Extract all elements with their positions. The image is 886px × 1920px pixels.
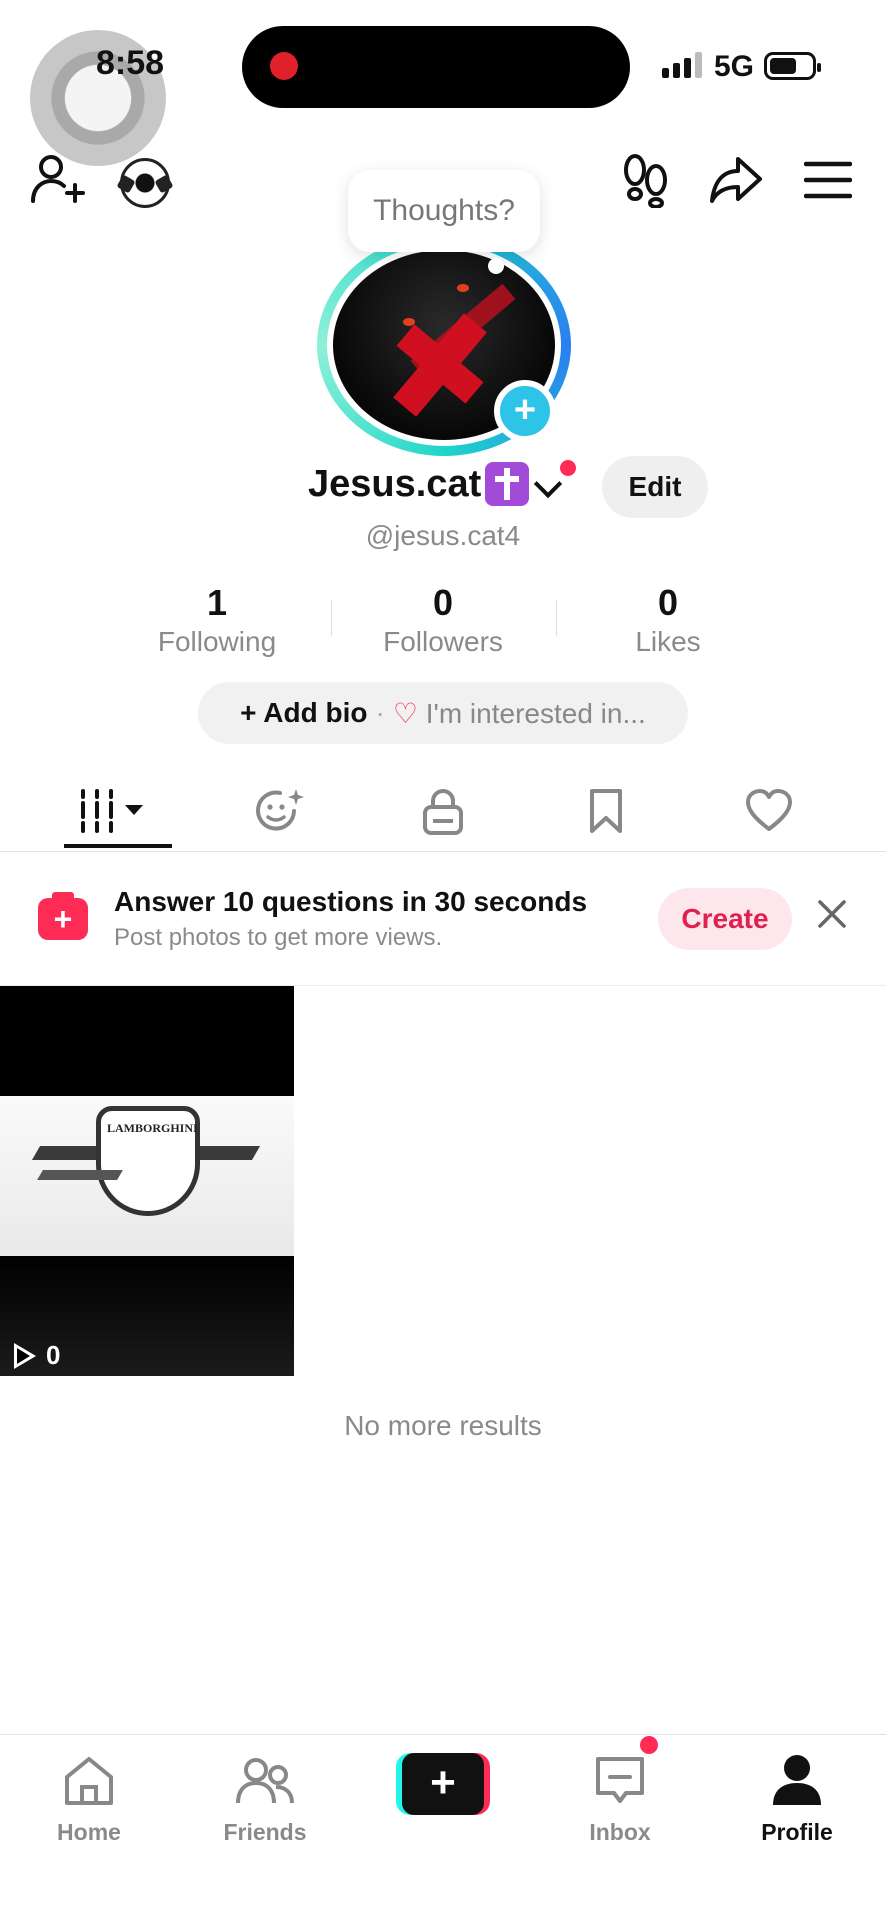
photo-prompt-banner: + Answer 10 questions in 30 seconds Post… bbox=[0, 852, 886, 986]
signal-icon bbox=[662, 52, 702, 78]
inbox-icon bbox=[596, 1757, 644, 1803]
separator: · bbox=[375, 697, 385, 728]
nav-label: Profile bbox=[761, 1819, 833, 1845]
view-count: 0 bbox=[14, 1340, 60, 1371]
plus-icon: + bbox=[240, 697, 257, 728]
nav-profile[interactable]: Profile bbox=[722, 1747, 872, 1867]
create-button[interactable]: Create bbox=[658, 888, 792, 950]
bookmark-icon bbox=[590, 789, 622, 833]
notification-dot bbox=[560, 460, 576, 476]
bottom-nav: Home Friends + Inbox Profile bbox=[0, 1734, 886, 1920]
stat-following[interactable]: 1 Following bbox=[107, 582, 327, 658]
stat-value: 0 bbox=[432, 582, 454, 623]
home-icon bbox=[65, 1757, 113, 1805]
close-icon[interactable] bbox=[814, 896, 850, 932]
promo-title: Answer 10 questions in 30 seconds bbox=[114, 886, 588, 917]
create-post-button[interactable]: + bbox=[396, 1753, 490, 1815]
friends-icon bbox=[236, 1758, 294, 1804]
network-label: 5G bbox=[714, 50, 755, 83]
add-bio-label: Add bio bbox=[263, 697, 368, 728]
nav-friends[interactable]: Friends bbox=[190, 1747, 340, 1867]
play-icon bbox=[14, 1342, 36, 1369]
edit-profile-button[interactable]: Edit bbox=[602, 456, 708, 518]
tab-saved[interactable] bbox=[546, 770, 666, 852]
bubble-tail bbox=[488, 258, 504, 274]
display-name[interactable]: Jesus.cat bbox=[308, 462, 530, 506]
username-handle: @jesus.cat4 bbox=[365, 520, 521, 551]
share-icon[interactable] bbox=[706, 150, 766, 210]
stat-likes[interactable]: 0 Likes bbox=[558, 582, 778, 658]
add-bio-button[interactable]: + Add bio bbox=[240, 697, 367, 729]
cross-emoji-icon bbox=[485, 462, 530, 506]
status-time: 8:58 bbox=[96, 44, 165, 82]
tab-videos[interactable] bbox=[52, 770, 172, 852]
camera-plus-icon: + bbox=[38, 892, 88, 940]
heart-icon bbox=[746, 789, 792, 831]
dynamic-island bbox=[242, 26, 630, 108]
recording-indicator bbox=[270, 52, 298, 80]
grid-icon bbox=[81, 789, 143, 833]
plus-icon: + bbox=[402, 1753, 484, 1815]
face-sparkle-icon bbox=[256, 789, 304, 831]
profile-tabs bbox=[0, 770, 886, 852]
nav-label: Friends bbox=[223, 1819, 307, 1845]
divider bbox=[331, 600, 332, 636]
stat-value: 0 bbox=[657, 582, 679, 623]
tab-liked[interactable] bbox=[709, 770, 829, 852]
lamborghini-logo: LAMBORGHINI bbox=[96, 1106, 200, 1216]
interests-button[interactable]: ♡ I'm interested in... bbox=[393, 697, 646, 730]
tab-private[interactable] bbox=[383, 770, 503, 852]
nav-inbox[interactable]: Inbox bbox=[545, 1747, 695, 1867]
profile-icon bbox=[773, 1755, 821, 1805]
stat-label: Following bbox=[157, 626, 277, 657]
heart-outline-icon: ♡ bbox=[392, 697, 418, 729]
thoughts-bubble[interactable]: Thoughts? bbox=[348, 170, 540, 252]
active-tab-indicator bbox=[64, 844, 172, 848]
add-friend-icon[interactable] bbox=[28, 150, 88, 210]
logo-text: LAMBORGHINI bbox=[107, 1121, 198, 1135]
video-thumbnail[interactable]: LAMBORGHINI 0 bbox=[0, 986, 294, 1376]
bio-pill: + Add bio · ♡ I'm interested in... bbox=[198, 682, 688, 744]
soccer-ball-icon[interactable] bbox=[120, 158, 170, 208]
stat-label: Likes bbox=[635, 626, 701, 657]
stat-label: Followers bbox=[383, 626, 503, 657]
promo-subtitle: Post photos to get more views. bbox=[114, 924, 443, 951]
menu-icon[interactable] bbox=[798, 150, 858, 210]
nav-label: Inbox bbox=[589, 1819, 651, 1845]
stat-value: 1 bbox=[206, 582, 228, 623]
lock-icon bbox=[423, 789, 463, 835]
no-more-results: No more results bbox=[344, 1410, 542, 1441]
divider bbox=[556, 600, 557, 636]
battery-icon bbox=[764, 52, 821, 80]
chevron-down-icon[interactable] bbox=[533, 469, 563, 499]
stat-followers[interactable]: 0 Followers bbox=[333, 582, 553, 658]
inbox-notification-dot bbox=[640, 1736, 658, 1754]
add-story-button[interactable]: + bbox=[494, 380, 556, 442]
display-name-text: Jesus.cat bbox=[308, 462, 482, 505]
footprints-icon[interactable] bbox=[616, 150, 676, 210]
nav-home[interactable]: Home bbox=[14, 1747, 164, 1867]
interests-label: I'm interested in... bbox=[425, 697, 646, 729]
nav-label: Home bbox=[57, 1819, 121, 1845]
thumbnail-image: LAMBORGHINI bbox=[0, 1096, 294, 1256]
view-count-value: 0 bbox=[46, 1340, 61, 1370]
tab-reposts[interactable] bbox=[220, 770, 340, 852]
